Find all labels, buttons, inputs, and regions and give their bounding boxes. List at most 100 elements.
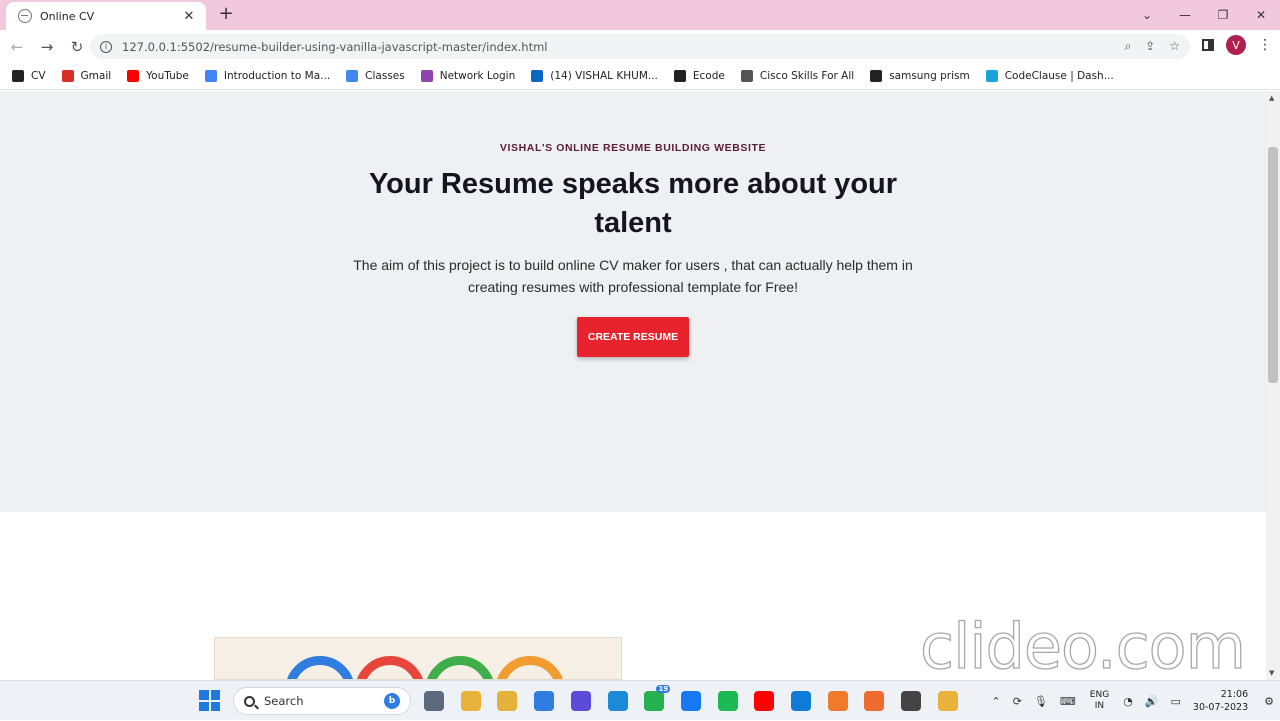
close-tab-icon[interactable]: ✕	[180, 9, 198, 24]
microphone-icon[interactable]: 🎙	[1034, 695, 1048, 708]
bookmark-item[interactable]: samsung prism	[870, 70, 970, 82]
show-hidden-icons-icon[interactable]: ⌃	[991, 695, 1000, 708]
new-tab-button[interactable]: +	[216, 4, 236, 24]
bookmark-label: Gmail	[80, 70, 112, 82]
preview-shape-orange	[495, 656, 565, 679]
restore-button[interactable]: ❐	[1204, 0, 1242, 30]
reload-button[interactable]: ↻	[64, 34, 90, 60]
cisco-icon	[740, 70, 753, 82]
bookmark-label: Introduction to Ma...	[223, 70, 331, 82]
bookmark-item[interactable]: Gmail	[61, 70, 112, 82]
tab-strip: Online CV ✕ + ⌄ — ❐ ✕	[0, 0, 1280, 30]
facebook-icon[interactable]	[680, 691, 701, 711]
scroll-down-arrow-icon[interactable]: ▼	[1269, 669, 1274, 677]
share-icon[interactable]: ⇪	[1145, 39, 1155, 54]
sync-icon[interactable]: ⟳	[1013, 695, 1022, 708]
globe-icon	[12, 70, 24, 82]
page-viewport: VISHAL'S ONLINE RESUME BUILDING WEBSITE …	[0, 91, 1266, 680]
xampp-icon[interactable]	[827, 691, 848, 711]
bookmark-item[interactable]: (14) VISHAL KHUM...	[531, 70, 658, 82]
system-tray: ⌃ ⟳ 🎙 ⌨ ENG IN ◔ 🔊 ▭ 21:06 30-07-2023 ⚙	[985, 681, 1280, 721]
youtube-icon	[127, 70, 140, 82]
bookmark-item[interactable]: YouTube	[127, 70, 189, 82]
site-info-icon[interactable]: i	[100, 40, 112, 53]
google-icon	[204, 70, 217, 82]
whatsapp-icon[interactable]: 19	[644, 685, 671, 711]
minimize-button[interactable]: —	[1166, 0, 1204, 30]
github-icon	[673, 70, 686, 82]
codeclause-icon	[985, 70, 998, 82]
language-indicator[interactable]: ENG IN	[1090, 690, 1109, 712]
bookmark-item[interactable]: CV	[12, 70, 46, 82]
forward-button[interactable]: →	[34, 34, 60, 60]
region-code: IN	[1094, 701, 1105, 711]
scroll-up-arrow-icon[interactable]: ▲	[1269, 94, 1274, 102]
zoom-icon[interactable]: ⌕	[1124, 39, 1131, 54]
volume-icon[interactable]: 🔊	[1145, 695, 1159, 708]
bookmark-item[interactable]: Cisco Skills For All	[740, 70, 855, 82]
scroll-thumb[interactable]	[1268, 147, 1278, 383]
bookmark-label: Cisco Skills For All	[759, 70, 855, 82]
template-preview-image	[214, 637, 622, 680]
github-desktop-icon[interactable]	[901, 691, 922, 711]
edge-icon[interactable]	[607, 691, 628, 711]
bookmark-star-icon[interactable]: ☆	[1169, 39, 1180, 54]
windows-taskbar: Search b 19 ⌃ ⟳ 🎙 ⌨ ENG IN ◔ 🔊 ▭ 21:06 3…	[0, 680, 1280, 720]
create-resume-button[interactable]: CREATE RESUME	[577, 317, 689, 357]
video-editor-icon[interactable]	[570, 691, 591, 711]
umbrella-icon	[420, 70, 433, 82]
vscode-icon[interactable]	[791, 691, 811, 711]
bookmark-label: (14) VISHAL KHUM...	[550, 70, 658, 82]
mail-icon[interactable]	[534, 691, 555, 711]
address-bar[interactable]: i 127.0.0.1:5502/resume-builder-using-va…	[90, 34, 1190, 59]
menu-icon[interactable]: ⋮	[1258, 37, 1272, 53]
file-explorer-icon[interactable]	[424, 691, 444, 711]
search-icon	[244, 695, 255, 707]
bookmark-item[interactable]: Ecode	[673, 70, 725, 82]
bing-icon[interactable]: b	[384, 693, 400, 709]
folder-icon[interactable]	[497, 691, 518, 711]
side-panel-icon[interactable]	[1202, 39, 1214, 51]
taskbar-search-placeholder: Search	[264, 694, 304, 708]
hero-eyebrow: VISHAL'S ONLINE RESUME BUILDING WEBSITE	[499, 142, 767, 154]
clock[interactable]: 21:06 30-07-2023	[1193, 688, 1248, 714]
profile-avatar[interactable]: V	[1226, 35, 1246, 55]
github-icon	[870, 70, 883, 82]
clock-date: 30-07-2023	[1192, 702, 1249, 713]
windows-start-icon[interactable]	[199, 690, 220, 711]
linkedin-icon	[531, 70, 544, 82]
url-text[interactable]: 127.0.0.1:5502/resume-builder-using-vani…	[122, 40, 1124, 54]
page-scrollbar[interactable]: ▲ ▼	[1266, 91, 1280, 680]
bookmark-label: YouTube	[146, 70, 189, 82]
bookmark-label: Classes	[365, 70, 405, 82]
battery-icon[interactable]: ▭	[1171, 695, 1181, 708]
tab-title: Online CV	[40, 9, 95, 23]
bookmark-item[interactable]: Network Login	[420, 70, 515, 82]
chrome-icon[interactable]	[460, 691, 481, 711]
bookmark-item[interactable]: Classes	[346, 70, 405, 82]
wifi-icon[interactable]: ◔	[1123, 695, 1133, 708]
tab-online-cv[interactable]: Online CV ✕	[6, 2, 206, 30]
postman-icon[interactable]	[864, 691, 885, 711]
browser-toolbar: ← → ↻ i 127.0.0.1:5502/resume-builder-us…	[0, 30, 1280, 63]
spotify-icon[interactable]	[717, 691, 738, 711]
google-icon	[346, 70, 359, 82]
back-button[interactable]: ←	[4, 34, 30, 60]
keyboard-icon[interactable]: ⌨	[1060, 695, 1076, 708]
youtube-icon[interactable]	[754, 691, 775, 711]
globe-icon	[18, 9, 32, 23]
preview-shape-blue	[285, 656, 355, 679]
bookmark-item[interactable]: CodeClause | Dash...	[985, 70, 1114, 82]
tab-search-button[interactable]: ⌄	[1128, 0, 1166, 30]
notification-icon[interactable]: ⚙	[1264, 695, 1274, 708]
close-window-button[interactable]: ✕	[1242, 0, 1280, 30]
window-controls: ⌄ — ❐ ✕	[1128, 0, 1280, 30]
bookmark-item[interactable]: Introduction to Ma...	[204, 70, 331, 82]
bookmarks-bar: CV Gmail YouTube Introduction to Ma... Class…	[0, 63, 1280, 90]
bookmark-label: samsung prism	[889, 70, 970, 82]
chrome-active-icon[interactable]	[937, 691, 958, 711]
bookmark-label: Ecode	[692, 70, 725, 82]
hero-headline: Your Resume speaks more about your talen…	[368, 168, 898, 239]
taskbar-search[interactable]: Search b	[233, 687, 411, 715]
preview-shape-green	[425, 656, 495, 679]
